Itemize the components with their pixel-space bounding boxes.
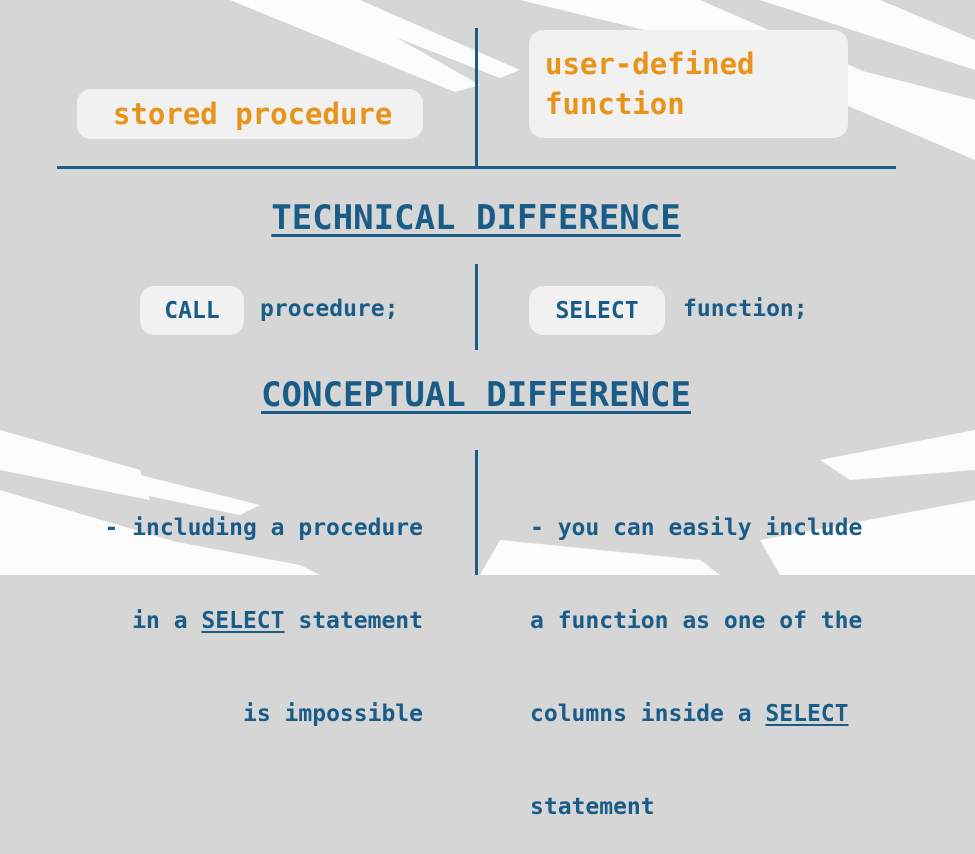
user-defined-function-label-line2: function	[545, 87, 685, 121]
function-description-line4: statement	[530, 794, 655, 820]
call-keyword: CALL	[164, 297, 220, 324]
procedure-code: procedure;	[260, 296, 399, 322]
function-description-line2: a function as one of the	[530, 608, 863, 634]
function-description-line1: - you can easily include	[530, 515, 863, 541]
select-keyword-inline: SELECT	[765, 701, 849, 727]
technical-difference-heading: TECHNICAL DIFFERENCE	[271, 198, 681, 238]
function-description-line3: columns inside a SELECT	[530, 701, 849, 727]
user-defined-function-label-line1: user-defined	[545, 47, 755, 81]
function-code: function;	[683, 296, 808, 322]
stored-procedure-card: stored procedure	[77, 89, 423, 139]
function-description: - you can easily include a function as o…	[530, 451, 862, 854]
top-horizontal-divider	[57, 166, 896, 169]
select-keyword-inline: SELECT	[201, 608, 285, 634]
conceptual-difference-heading: CONCEPTUAL DIFFERENCE	[261, 375, 691, 415]
select-keyword-box: SELECT	[529, 286, 665, 335]
procedure-description-line2: in a SELECT statement	[132, 608, 423, 634]
technical-vertical-divider	[475, 264, 478, 350]
call-keyword-box: CALL	[140, 286, 244, 335]
procedure-description: - including a procedure in a SELECT stat…	[105, 451, 424, 761]
select-keyword: SELECT	[555, 297, 639, 324]
stored-procedure-label: stored procedure	[113, 97, 393, 131]
procedure-description-line3: is impossible	[242, 701, 423, 727]
conceptual-vertical-divider	[475, 450, 478, 575]
procedure-description-line1: - including a procedure	[104, 515, 424, 541]
user-defined-function-card: user-defined function	[529, 30, 848, 138]
top-vertical-divider	[475, 28, 478, 166]
